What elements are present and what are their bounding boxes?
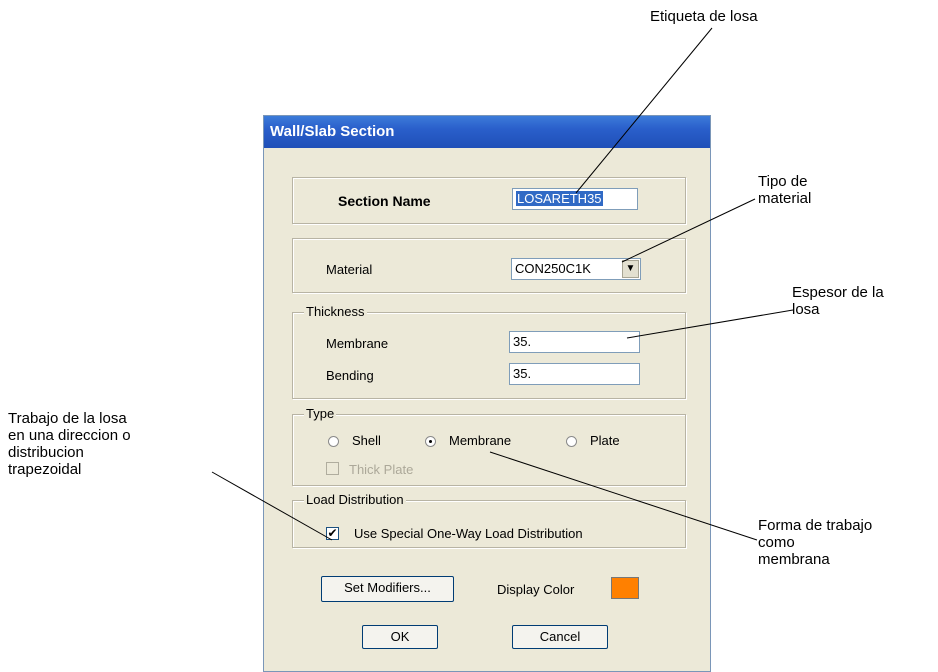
thickness-group-label: Thickness bbox=[304, 304, 367, 319]
annotation-slab-label: Etiqueta de losa bbox=[650, 8, 758, 25]
section-name-label: Section Name bbox=[338, 193, 431, 209]
membrane-label: Membrane bbox=[326, 336, 389, 351]
type-group-label: Type bbox=[304, 406, 337, 421]
type-membrane-label: Membrane bbox=[449, 433, 512, 448]
type-plate-label: Plate bbox=[590, 433, 620, 448]
type-shell-label: Shell bbox=[352, 433, 381, 448]
bending-label: Bending bbox=[326, 368, 374, 383]
chevron-down-icon[interactable]: ▼ bbox=[622, 260, 639, 278]
membrane-thickness-value: 35. bbox=[513, 334, 532, 349]
thickness-group bbox=[292, 312, 686, 399]
cancel-button[interactable]: Cancel bbox=[512, 625, 608, 649]
annotation-membrane-work: Forma de trabajo como membrana bbox=[758, 517, 873, 568]
type-plate-radio[interactable] bbox=[566, 436, 577, 447]
thick-plate-checkbox[interactable] bbox=[326, 462, 339, 475]
material-select[interactable]: CON250C1K ▼ bbox=[511, 258, 641, 280]
bending-thickness-input[interactable]: 35. bbox=[509, 363, 640, 385]
dialog-title: Wall/Slab Section bbox=[264, 116, 710, 148]
one-way-label: Use Special One-Way Load Distribution bbox=[354, 526, 583, 541]
type-membrane-radio[interactable] bbox=[425, 436, 436, 447]
annotation-material-type: Tipo de material bbox=[758, 173, 812, 207]
checkmark-icon: ✔ bbox=[327, 526, 338, 540]
one-way-checkbox[interactable]: ✔ bbox=[326, 527, 339, 540]
annotation-one-way: Trabajo de la losa en una direccion o di… bbox=[8, 410, 131, 478]
material-label: Material bbox=[326, 262, 373, 277]
type-shell-radio[interactable] bbox=[328, 436, 339, 447]
section-name-input[interactable]: LOSARETH35 bbox=[512, 188, 638, 210]
load-distribution-group-label: Load Distribution bbox=[304, 492, 406, 507]
material-value: CON250C1K bbox=[515, 261, 591, 276]
set-modifiers-button[interactable]: Set Modifiers... bbox=[321, 576, 454, 602]
section-name-value: LOSARETH35 bbox=[516, 191, 603, 206]
annotation-thickness: Espesor de la losa bbox=[792, 284, 884, 318]
thick-plate-label: Thick Plate bbox=[349, 462, 414, 477]
bending-thickness-value: 35. bbox=[513, 366, 532, 381]
ok-button[interactable]: OK bbox=[362, 625, 438, 649]
wall-slab-section-dialog: Wall/Slab Section Section Name LOSARETH3… bbox=[263, 115, 711, 672]
display-color-label: Display Color bbox=[497, 582, 575, 597]
display-color-swatch[interactable] bbox=[611, 577, 639, 599]
membrane-thickness-input[interactable]: 35. bbox=[509, 331, 640, 353]
